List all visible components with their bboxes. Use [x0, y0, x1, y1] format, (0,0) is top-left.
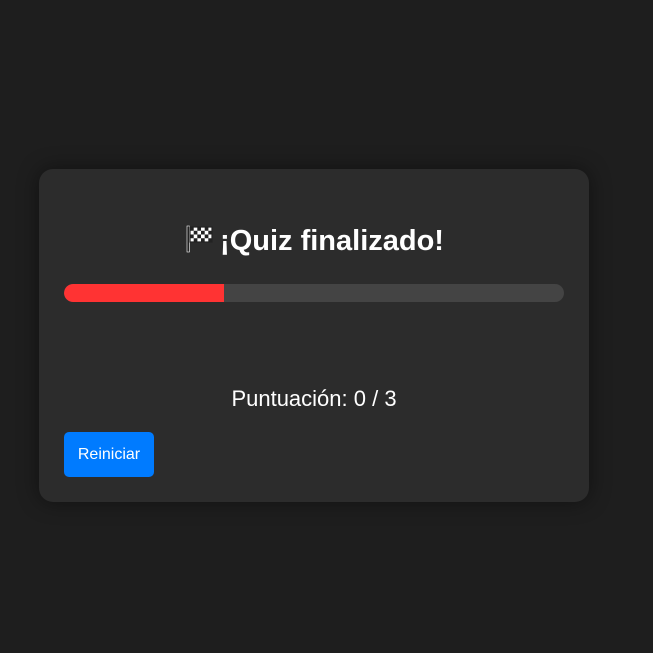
progress-bar [64, 284, 564, 302]
quiz-card: ¡Quiz finalizado! Puntuación: 0 / 3 Rein… [39, 169, 589, 502]
quiz-title-text: ¡Quiz finalizado! [220, 225, 444, 257]
progress-bar-fill [64, 284, 224, 302]
quiz-title: ¡Quiz finalizado! [39, 223, 589, 262]
checkered-flag-icon [184, 223, 214, 262]
score-text: Puntuación: 0 / 3 [231, 386, 397, 411]
restart-button[interactable]: Reiniciar [64, 432, 154, 477]
